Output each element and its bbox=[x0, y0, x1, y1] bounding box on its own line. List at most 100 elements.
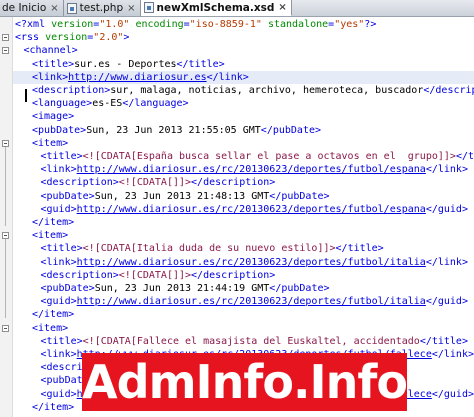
code-line[interactable]: <title><![CDATA[España busca sellar el p… bbox=[13, 150, 474, 163]
tab-test-php[interactable]: test.php × bbox=[63, 0, 141, 16]
code-line[interactable]: </item> bbox=[13, 216, 474, 229]
code-token-url[interactable]: http://www.diariosur.es/rc/20130623/depo… bbox=[77, 164, 426, 175]
fold-toggle-icon[interactable] bbox=[2, 232, 9, 240]
code-token-val: "2.0" bbox=[93, 32, 124, 44]
code-token-tag: <title> bbox=[40, 335, 83, 347]
code-line[interactable]: <title><![CDATA[Fallece el masajista del… bbox=[13, 335, 474, 348]
code-token-text: Sun, 23 Jun 2013 21:48:13 GMT bbox=[94, 190, 270, 202]
code-token-tag: </description> bbox=[423, 85, 474, 96]
code-token-tag: </item> bbox=[32, 401, 75, 413]
code-token-tag: </link> bbox=[425, 256, 468, 268]
code-token-tag: <guid> bbox=[40, 388, 77, 400]
tab-de-inicio[interactable]: de Inicio × bbox=[0, 0, 64, 16]
tab-label: de Inicio bbox=[2, 2, 47, 14]
code-token-tag: </guid> bbox=[431, 388, 474, 400]
code-token-url[interactable]: http://www.diariosur.es bbox=[68, 72, 206, 83]
watermark-logo: AdmInfo.Info bbox=[82, 353, 408, 411]
fold-guide bbox=[5, 239, 6, 319]
code-line[interactable]: <description><![CDATA[]]></description> bbox=[13, 176, 474, 189]
fold-guide bbox=[5, 146, 6, 226]
close-tab-icon[interactable]: × bbox=[127, 3, 135, 14]
code-token-text: Sun, 23 Jun 2013 21:55:05 GMT bbox=[86, 124, 261, 136]
fold-toggle-icon[interactable] bbox=[2, 324, 9, 332]
code-token-tag: </pubDate> bbox=[269, 190, 330, 202]
code-line[interactable]: <link>http://www.diariosur.es/rc/2013062… bbox=[13, 256, 474, 269]
code-line[interactable]: <link>http://www.diariosur.es</link> bbox=[13, 70, 474, 84]
code-line[interactable]: <language>es-ES</language> bbox=[13, 97, 474, 110]
code-token-tag: ?> bbox=[364, 19, 377, 30]
code-token-tag: </link> bbox=[431, 349, 474, 360]
code-line[interactable]: <channel> bbox=[13, 44, 474, 57]
fold-toggle-icon[interactable] bbox=[2, 139, 9, 147]
code-token-text: sur, malaga, noticias, archivo, hemerote… bbox=[110, 85, 424, 96]
code-token-url[interactable]: http://www.diariosur.es/rc/20130623/depo… bbox=[77, 204, 426, 215]
code-token-tag: <language> bbox=[32, 98, 93, 110]
code-token-tag: <description> bbox=[32, 85, 111, 96]
code-token-tag: <item> bbox=[32, 137, 69, 149]
code-line[interactable]: <link>http://www.diariosur.es/rc/2013062… bbox=[13, 163, 474, 176]
code-token-cdata: <![CDATA[Fallece el masajista del Euskal… bbox=[82, 335, 420, 347]
code-token-tag: > bbox=[123, 32, 130, 44]
fold-gutter bbox=[0, 17, 13, 417]
code-line[interactable]: <image> bbox=[13, 110, 474, 123]
code-token-tag: <pubDate> bbox=[40, 283, 95, 294]
code-token-tag: </item> bbox=[32, 217, 75, 228]
code-line[interactable]: <rss version="2.0"> bbox=[13, 31, 474, 44]
code-line[interactable]: <pubDate>Sun, 23 Jun 2013 21:44:19 GMT</… bbox=[13, 282, 474, 295]
code-token-url[interactable]: http://www.diariosur.es/rc/20130623/depo… bbox=[77, 257, 426, 268]
fold-toggle-icon[interactable] bbox=[2, 47, 9, 55]
close-tab-icon[interactable]: × bbox=[278, 2, 286, 13]
code-token-cdata: <![CDATA[]]> bbox=[118, 269, 192, 281]
code-token-tag: <link> bbox=[40, 256, 77, 268]
code-token-tag: </description> bbox=[191, 269, 276, 281]
code-token-tag: </link> bbox=[425, 164, 468, 176]
code-token-tag: </item> bbox=[32, 309, 75, 321]
code-token-tag: <description> bbox=[40, 269, 119, 281]
fold-toggle-icon[interactable] bbox=[2, 34, 9, 42]
code-token-tag: </title> bbox=[335, 243, 384, 255]
code-line[interactable]: <guid>http://www.diariosur.es/rc/2013062… bbox=[13, 295, 474, 308]
code-line[interactable]: <?xml version="1.0" encoding="iso-8859-1… bbox=[13, 18, 474, 31]
code-token-tag: </language> bbox=[122, 98, 189, 110]
code-token-tag: <link> bbox=[32, 71, 69, 83]
code-token-tag: </description> bbox=[191, 177, 276, 189]
code-token-tag: <pubDate> bbox=[32, 124, 87, 136]
code-token-url[interactable]: http://www.diariosur.es/rc/20130623/depo… bbox=[77, 296, 426, 307]
code-line[interactable]: <description>sur, malaga, noticias, arch… bbox=[13, 84, 474, 97]
code-token-tag: <rss bbox=[15, 32, 46, 44]
code-token-attr: version bbox=[45, 32, 88, 44]
code-line[interactable]: <item> bbox=[13, 229, 474, 242]
code-token-tag: <title> bbox=[40, 151, 83, 162]
code-token-tag: </guid> bbox=[425, 203, 468, 215]
code-token-tag: <?xml bbox=[15, 19, 52, 30]
code-line[interactable]: <description><![CDATA[]]></description> bbox=[13, 269, 474, 282]
code-token-text: sur.es - Deportes bbox=[74, 58, 177, 70]
code-token-attr: version bbox=[51, 19, 94, 30]
code-token-tag: <title> bbox=[40, 243, 83, 255]
code-token-tag: </guid> bbox=[425, 296, 468, 308]
code-line[interactable]: <pubDate>Sun, 23 Jun 2013 21:48:13 GMT</… bbox=[13, 190, 474, 203]
close-tab-icon[interactable]: × bbox=[50, 3, 58, 14]
code-line[interactable]: <pubDate>Sun, 23 Jun 2013 21:55:05 GMT</… bbox=[13, 124, 474, 137]
code-token-attr: standalone bbox=[267, 19, 329, 30]
code-line[interactable]: <item> bbox=[13, 137, 474, 150]
code-token-cdata: <![CDATA[España busca sellar el pase a o… bbox=[82, 151, 456, 162]
code-token-text: es-ES bbox=[92, 98, 123, 110]
code-token-text: Sun, 23 Jun 2013 21:44:19 GMT bbox=[94, 283, 270, 294]
code-line[interactable]: <title><![CDATA[Italia duda de su nuevo … bbox=[13, 242, 474, 255]
tab-newxmlschema-xsd[interactable]: newXmlSchema.xsd × bbox=[140, 0, 292, 16]
code-token-tag: <item> bbox=[32, 322, 69, 334]
code-line[interactable]: <guid>http://www.diariosur.es/rc/2013062… bbox=[13, 203, 474, 216]
code-token-tag: <guid> bbox=[40, 296, 77, 308]
code-token-cdata: <![CDATA[]]> bbox=[118, 177, 192, 189]
code-line[interactable]: <item> bbox=[13, 322, 474, 335]
code-line[interactable]: <title>sur.es - Deportes</title> bbox=[13, 58, 474, 71]
code-token-tag: <item> bbox=[32, 230, 69, 242]
tab-label: test.php bbox=[79, 2, 124, 14]
code-token-tag: </pubDate> bbox=[260, 124, 322, 136]
code-token-tag: <description> bbox=[40, 177, 119, 189]
code-token-tag: </title> bbox=[419, 335, 468, 347]
code-token-tag: <guid> bbox=[40, 203, 77, 215]
code-token-cdata: <![CDATA[Italia duda de su nuevo estilo]… bbox=[82, 243, 336, 255]
code-line[interactable]: </item> bbox=[13, 308, 474, 321]
